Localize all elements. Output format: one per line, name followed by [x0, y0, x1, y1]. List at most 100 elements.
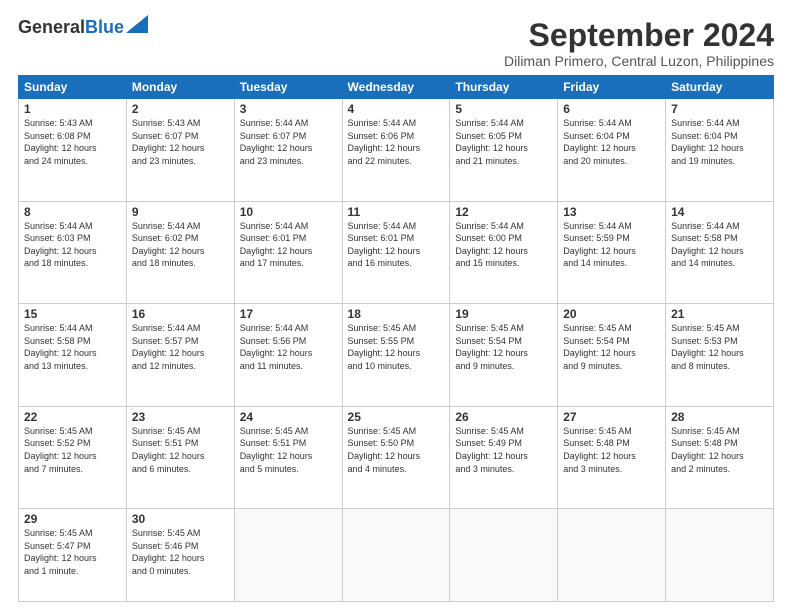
title-block: September 2024 Diliman Primero, Central …: [504, 18, 774, 69]
logo: GeneralBlue: [18, 18, 148, 38]
day-number: 29: [24, 512, 121, 526]
list-item: [666, 509, 774, 602]
list-item: 22Sunrise: 5:45 AM Sunset: 5:52 PM Dayli…: [19, 406, 127, 509]
day-number: 10: [240, 205, 337, 219]
col-monday: Monday: [126, 76, 234, 99]
list-item: 6Sunrise: 5:44 AM Sunset: 6:04 PM Daylig…: [558, 99, 666, 202]
day-info: Sunrise: 5:44 AM Sunset: 6:05 PM Dayligh…: [455, 117, 552, 167]
day-info: Sunrise: 5:44 AM Sunset: 5:58 PM Dayligh…: [24, 322, 121, 372]
list-item: 16Sunrise: 5:44 AM Sunset: 5:57 PM Dayli…: [126, 304, 234, 407]
day-info: Sunrise: 5:44 AM Sunset: 6:07 PM Dayligh…: [240, 117, 337, 167]
day-number: 3: [240, 102, 337, 116]
day-number: 19: [455, 307, 552, 321]
day-info: Sunrise: 5:44 AM Sunset: 6:01 PM Dayligh…: [348, 220, 445, 270]
day-info: Sunrise: 5:44 AM Sunset: 5:58 PM Dayligh…: [671, 220, 768, 270]
day-info: Sunrise: 5:44 AM Sunset: 6:04 PM Dayligh…: [671, 117, 768, 167]
day-info: Sunrise: 5:45 AM Sunset: 5:48 PM Dayligh…: [671, 425, 768, 475]
day-info: Sunrise: 5:45 AM Sunset: 5:51 PM Dayligh…: [240, 425, 337, 475]
day-info: Sunrise: 5:45 AM Sunset: 5:51 PM Dayligh…: [132, 425, 229, 475]
logo-text: GeneralBlue: [18, 18, 124, 38]
list-item: 14Sunrise: 5:44 AM Sunset: 5:58 PM Dayli…: [666, 201, 774, 304]
table-row: 22Sunrise: 5:45 AM Sunset: 5:52 PM Dayli…: [19, 406, 774, 509]
table-row: 8Sunrise: 5:44 AM Sunset: 6:03 PM Daylig…: [19, 201, 774, 304]
day-info: Sunrise: 5:45 AM Sunset: 5:54 PM Dayligh…: [563, 322, 660, 372]
list-item: 9Sunrise: 5:44 AM Sunset: 6:02 PM Daylig…: [126, 201, 234, 304]
logo-general: General: [18, 17, 85, 37]
day-info: Sunrise: 5:44 AM Sunset: 6:02 PM Dayligh…: [132, 220, 229, 270]
day-info: Sunrise: 5:45 AM Sunset: 5:49 PM Dayligh…: [455, 425, 552, 475]
list-item: 3Sunrise: 5:44 AM Sunset: 6:07 PM Daylig…: [234, 99, 342, 202]
day-number: 1: [24, 102, 121, 116]
list-item: 24Sunrise: 5:45 AM Sunset: 5:51 PM Dayli…: [234, 406, 342, 509]
day-info: Sunrise: 5:45 AM Sunset: 5:53 PM Dayligh…: [671, 322, 768, 372]
day-info: Sunrise: 5:44 AM Sunset: 6:03 PM Dayligh…: [24, 220, 121, 270]
day-info: Sunrise: 5:45 AM Sunset: 5:52 PM Dayligh…: [24, 425, 121, 475]
list-item: 10Sunrise: 5:44 AM Sunset: 6:01 PM Dayli…: [234, 201, 342, 304]
page: GeneralBlue September 2024 Diliman Prime…: [0, 0, 792, 612]
logo-blue: Blue: [85, 17, 124, 37]
list-item: 19Sunrise: 5:45 AM Sunset: 5:54 PM Dayli…: [450, 304, 558, 407]
header-row: Sunday Monday Tuesday Wednesday Thursday…: [19, 76, 774, 99]
day-number: 20: [563, 307, 660, 321]
list-item: 1Sunrise: 5:43 AM Sunset: 6:08 PM Daylig…: [19, 99, 127, 202]
col-wednesday: Wednesday: [342, 76, 450, 99]
list-item: [450, 509, 558, 602]
day-number: 15: [24, 307, 121, 321]
list-item: 30Sunrise: 5:45 AM Sunset: 5:46 PM Dayli…: [126, 509, 234, 602]
day-number: 28: [671, 410, 768, 424]
day-number: 7: [671, 102, 768, 116]
col-saturday: Saturday: [666, 76, 774, 99]
day-number: 6: [563, 102, 660, 116]
day-info: Sunrise: 5:44 AM Sunset: 5:56 PM Dayligh…: [240, 322, 337, 372]
list-item: 4Sunrise: 5:44 AM Sunset: 6:06 PM Daylig…: [342, 99, 450, 202]
day-number: 18: [348, 307, 445, 321]
day-info: Sunrise: 5:44 AM Sunset: 6:06 PM Dayligh…: [348, 117, 445, 167]
list-item: 20Sunrise: 5:45 AM Sunset: 5:54 PM Dayli…: [558, 304, 666, 407]
list-item: 12Sunrise: 5:44 AM Sunset: 6:00 PM Dayli…: [450, 201, 558, 304]
day-number: 5: [455, 102, 552, 116]
list-item: 17Sunrise: 5:44 AM Sunset: 5:56 PM Dayli…: [234, 304, 342, 407]
day-info: Sunrise: 5:44 AM Sunset: 5:57 PM Dayligh…: [132, 322, 229, 372]
day-info: Sunrise: 5:45 AM Sunset: 5:54 PM Dayligh…: [455, 322, 552, 372]
day-info: Sunrise: 5:44 AM Sunset: 6:00 PM Dayligh…: [455, 220, 552, 270]
day-info: Sunrise: 5:44 AM Sunset: 6:04 PM Dayligh…: [563, 117, 660, 167]
list-item: 13Sunrise: 5:44 AM Sunset: 5:59 PM Dayli…: [558, 201, 666, 304]
day-number: 30: [132, 512, 229, 526]
list-item: 21Sunrise: 5:45 AM Sunset: 5:53 PM Dayli…: [666, 304, 774, 407]
list-item: 11Sunrise: 5:44 AM Sunset: 6:01 PM Dayli…: [342, 201, 450, 304]
month-title: September 2024: [504, 18, 774, 53]
day-number: 4: [348, 102, 445, 116]
day-number: 8: [24, 205, 121, 219]
list-item: [558, 509, 666, 602]
list-item: [234, 509, 342, 602]
day-number: 23: [132, 410, 229, 424]
day-number: 27: [563, 410, 660, 424]
col-friday: Friday: [558, 76, 666, 99]
list-item: 18Sunrise: 5:45 AM Sunset: 5:55 PM Dayli…: [342, 304, 450, 407]
day-number: 2: [132, 102, 229, 116]
header: GeneralBlue September 2024 Diliman Prime…: [18, 18, 774, 69]
day-number: 25: [348, 410, 445, 424]
list-item: 25Sunrise: 5:45 AM Sunset: 5:50 PM Dayli…: [342, 406, 450, 509]
day-info: Sunrise: 5:45 AM Sunset: 5:48 PM Dayligh…: [563, 425, 660, 475]
list-item: 2Sunrise: 5:43 AM Sunset: 6:07 PM Daylig…: [126, 99, 234, 202]
day-info: Sunrise: 5:44 AM Sunset: 5:59 PM Dayligh…: [563, 220, 660, 270]
calendar: Sunday Monday Tuesday Wednesday Thursday…: [18, 75, 774, 602]
day-number: 9: [132, 205, 229, 219]
logo-icon: [126, 15, 148, 33]
list-item: 26Sunrise: 5:45 AM Sunset: 5:49 PM Dayli…: [450, 406, 558, 509]
day-number: 17: [240, 307, 337, 321]
day-info: Sunrise: 5:45 AM Sunset: 5:55 PM Dayligh…: [348, 322, 445, 372]
day-info: Sunrise: 5:45 AM Sunset: 5:47 PM Dayligh…: [24, 527, 121, 577]
day-number: 13: [563, 205, 660, 219]
col-thursday: Thursday: [450, 76, 558, 99]
day-info: Sunrise: 5:43 AM Sunset: 6:08 PM Dayligh…: [24, 117, 121, 167]
day-number: 16: [132, 307, 229, 321]
list-item: 29Sunrise: 5:45 AM Sunset: 5:47 PM Dayli…: [19, 509, 127, 602]
day-number: 12: [455, 205, 552, 219]
day-info: Sunrise: 5:44 AM Sunset: 6:01 PM Dayligh…: [240, 220, 337, 270]
list-item: 15Sunrise: 5:44 AM Sunset: 5:58 PM Dayli…: [19, 304, 127, 407]
location-title: Diliman Primero, Central Luzon, Philippi…: [504, 53, 774, 69]
table-row: 1Sunrise: 5:43 AM Sunset: 6:08 PM Daylig…: [19, 99, 774, 202]
day-number: 24: [240, 410, 337, 424]
